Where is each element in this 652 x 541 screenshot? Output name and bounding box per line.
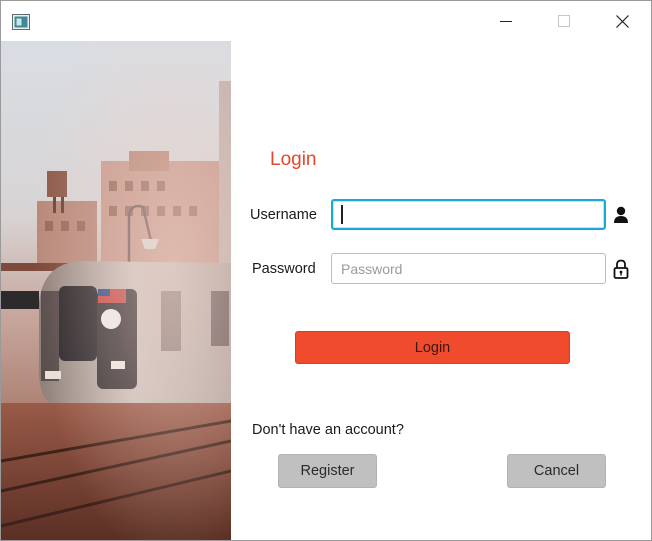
- close-icon: [615, 14, 629, 28]
- password-label: Password: [252, 261, 316, 277]
- maximize-button[interactable]: [535, 1, 593, 41]
- train-photo: [1, 41, 231, 540]
- cancel-button[interactable]: Cancel: [507, 454, 606, 488]
- user-icon: [614, 206, 628, 223]
- register-button[interactable]: Register: [278, 454, 377, 488]
- password-input[interactable]: [331, 253, 606, 284]
- minimize-icon: [500, 21, 512, 22]
- app-window-icon: [12, 14, 30, 30]
- title-bar: [1, 1, 651, 41]
- username-input[interactable]: [331, 199, 606, 230]
- login-window: Login Username Password Login Don't have…: [0, 0, 652, 541]
- login-button[interactable]: Login: [295, 331, 570, 364]
- lock-icon: [613, 259, 629, 279]
- login-title: Login: [270, 149, 317, 170]
- close-button[interactable]: [593, 1, 651, 41]
- text-caret: [341, 205, 343, 224]
- username-label: Username: [250, 207, 317, 223]
- maximize-icon: [558, 15, 570, 27]
- minimize-button[interactable]: [477, 1, 535, 41]
- no-account-text: Don't have an account?: [252, 422, 404, 438]
